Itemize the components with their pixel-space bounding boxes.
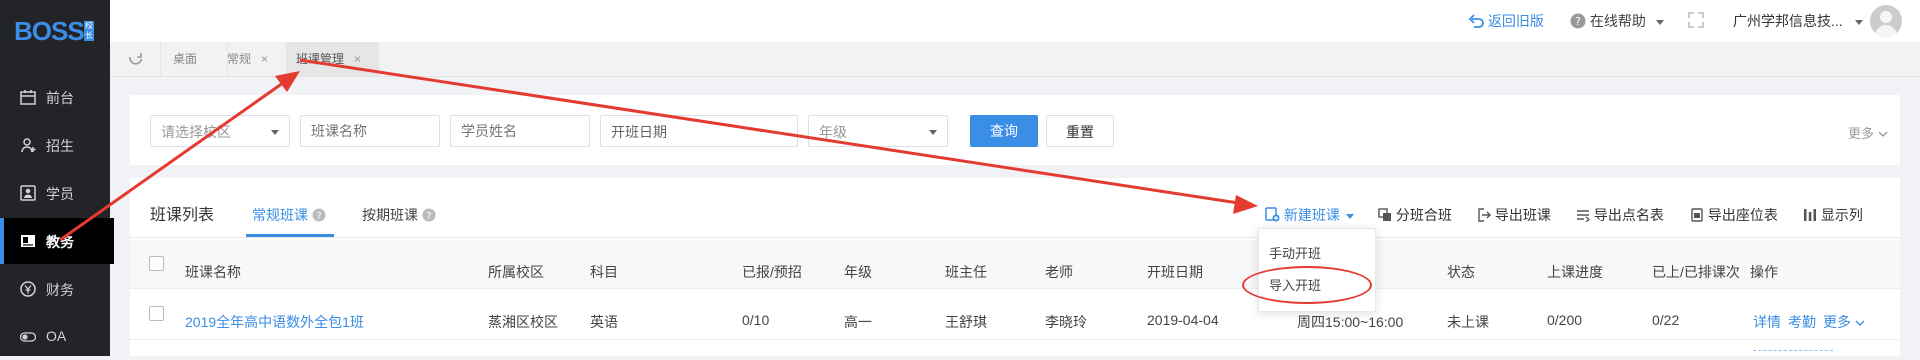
annotation-arrowhead — [275, 71, 300, 92]
annotation-arrow-to-dropdown — [299, 58, 1246, 206]
annotation-arrow-to-tab — [59, 76, 291, 242]
annotation-arrows — [59, 58, 1258, 242]
annotation-arrowhead — [1233, 195, 1258, 214]
